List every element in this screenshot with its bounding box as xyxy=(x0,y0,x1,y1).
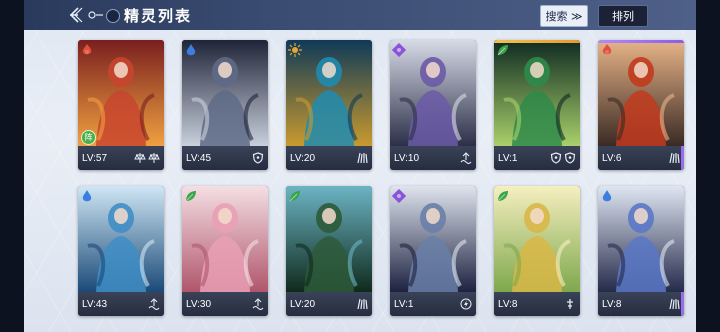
spirit-card[interactable]: 阵 LV:57 xyxy=(78,40,164,170)
card-footer: LV:45 xyxy=(182,146,268,170)
grass-element-icon xyxy=(185,191,196,202)
element-badge xyxy=(80,42,94,56)
spirit-card[interactable]: LV:45 xyxy=(182,40,268,170)
level-label: LV:57 xyxy=(82,152,108,164)
element-badge xyxy=(391,188,407,204)
formation-badge: 阵 xyxy=(81,130,96,145)
skill-icons xyxy=(550,152,576,164)
card-footer: LV:43 xyxy=(78,292,164,316)
level-label: LV:45 xyxy=(186,152,212,164)
card-footer: LV:8 xyxy=(494,292,580,316)
skill-icons xyxy=(564,298,576,310)
skill-icons xyxy=(148,298,160,310)
water-element-icon xyxy=(602,190,612,202)
spirit-card[interactable]: LV:1 xyxy=(390,186,476,316)
scale-icon xyxy=(148,153,160,163)
search-button[interactable]: 搜索 ≫ xyxy=(540,5,588,27)
level-label: LV:1 xyxy=(394,298,414,310)
card-footer: LV:1 xyxy=(390,292,476,316)
level-label: LV:43 xyxy=(82,298,108,310)
spirit-card[interactable]: LV:43 xyxy=(78,186,164,316)
skill-icons xyxy=(460,298,472,310)
skill-icons xyxy=(356,152,368,164)
element-badge xyxy=(288,42,302,57)
spirit-card[interactable]: LV:10 xyxy=(390,40,476,170)
sort-button[interactable]: 排列 xyxy=(598,5,648,27)
card-footer: LV:8 xyxy=(598,292,684,316)
spirit-card[interactable]: LV:20 xyxy=(286,186,372,316)
dark-element-icon xyxy=(391,188,407,204)
claw-icon xyxy=(669,298,680,310)
back-arrow-icon xyxy=(69,7,103,23)
level-label: LV:1 xyxy=(498,152,518,164)
fire-element-icon xyxy=(82,44,92,55)
element-badge xyxy=(496,188,510,202)
page-title: 精灵列表 xyxy=(124,7,193,25)
spirit-card[interactable]: LV:6 xyxy=(598,40,684,170)
claw-icon xyxy=(357,152,368,164)
card-footer: LV:6 xyxy=(598,146,684,170)
spirit-card[interactable]: LV:20 xyxy=(286,40,372,170)
card-footer: LV:1 xyxy=(494,146,580,170)
skill-icons xyxy=(252,298,264,310)
dark-element-icon xyxy=(391,42,407,58)
card-footer: LV:57 xyxy=(78,146,164,170)
claw-icon xyxy=(669,152,680,164)
element-badge xyxy=(600,42,614,56)
selection-marker xyxy=(681,292,684,316)
scale-icon xyxy=(134,153,146,163)
spirit-grid: 阵 LV:57 LV:45 LV:20 LV:10 LV:1 LV:6 LV:43 LV:30 L… xyxy=(78,40,684,320)
level-label: LV:8 xyxy=(602,298,622,310)
skill-icons xyxy=(134,152,160,164)
left-edge xyxy=(0,0,24,332)
skill-icons xyxy=(252,152,264,164)
shield-icon xyxy=(252,152,264,164)
skill-icons xyxy=(460,152,472,164)
water-element-icon xyxy=(82,190,92,202)
level-label: LV:20 xyxy=(290,152,316,164)
card-footer: LV:10 xyxy=(390,146,476,170)
spirit-card[interactable]: LV:30 xyxy=(182,186,268,316)
claw-icon xyxy=(357,298,368,310)
title-decoration xyxy=(106,9,120,23)
element-badge xyxy=(391,42,407,58)
level-label: LV:10 xyxy=(394,152,420,164)
right-edge xyxy=(696,0,720,332)
skill-icons xyxy=(668,152,680,164)
element-badge xyxy=(184,188,198,202)
back-button[interactable] xyxy=(68,4,104,26)
fire-element-icon xyxy=(602,44,612,55)
water-element-icon xyxy=(186,44,196,56)
skill-icons xyxy=(356,298,368,310)
shield-icon xyxy=(564,152,576,164)
skill-icons xyxy=(668,298,680,310)
selection-marker xyxy=(681,146,684,170)
card-footer: LV:20 xyxy=(286,146,372,170)
sword-icon xyxy=(567,299,573,309)
wave-icon xyxy=(252,298,264,310)
bolt-icon xyxy=(460,298,472,310)
element-badge xyxy=(496,42,510,56)
level-label: LV:6 xyxy=(602,152,622,164)
spirit-card[interactable]: LV:8 xyxy=(494,186,580,316)
element-badge xyxy=(184,42,198,56)
level-label: LV:20 xyxy=(290,298,316,310)
spirit-card[interactable]: LV:1 xyxy=(494,40,580,170)
wave-icon xyxy=(460,152,472,164)
wave-icon xyxy=(148,298,160,310)
spirit-card[interactable]: LV:8 xyxy=(598,186,684,316)
element-badge xyxy=(80,188,94,202)
card-footer: LV:20 xyxy=(286,292,372,316)
grass-element-icon xyxy=(497,45,508,56)
grass-element-icon xyxy=(289,191,300,202)
element-badge xyxy=(600,188,614,202)
level-label: LV:8 xyxy=(498,298,518,310)
light-element-icon xyxy=(288,43,302,57)
level-label: LV:30 xyxy=(186,298,212,310)
element-badge xyxy=(288,188,302,202)
grass-element-icon xyxy=(497,191,508,202)
shield-icon xyxy=(550,152,562,164)
card-footer: LV:30 xyxy=(182,292,268,316)
